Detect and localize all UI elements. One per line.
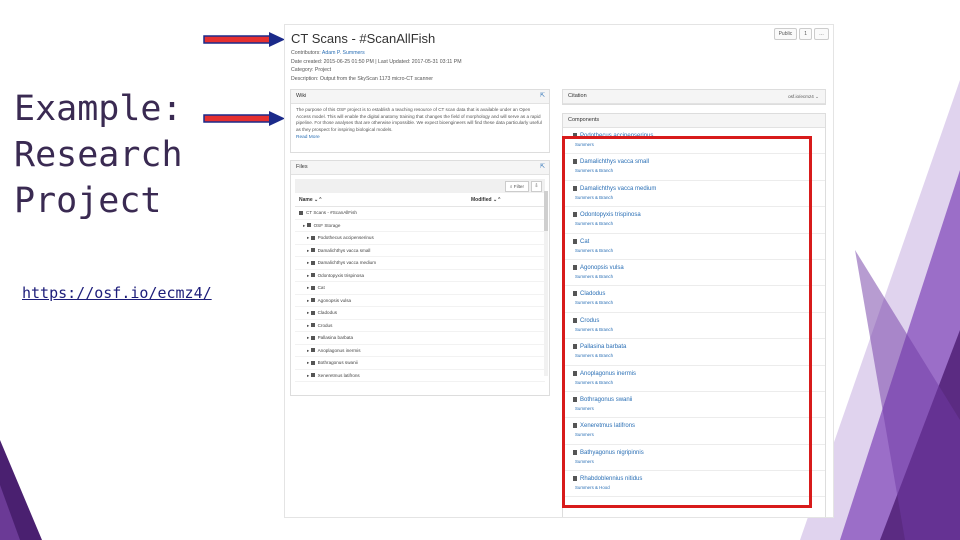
file-tree-row[interactable]: ▸ Odontopyxis trispinosa [295,270,545,282]
file-tree-label: Anoplagonus inermis [317,347,361,353]
file-tree-row[interactable]: ▸ Cat [295,282,545,295]
file-tree-label: Odontopyxis trispinosa [317,272,365,278]
wiki-text: The purpose of this OSF project is to es… [296,107,542,132]
file-tree-label: Bothragonus swanii [317,360,358,365]
arrow-to-wiki-icon [203,111,285,126]
file-tree-label: Cat [317,285,325,290]
file-tree-label: Agonopsis vulsa [317,297,352,303]
external-link-icon[interactable]: ⇱ [540,161,545,174]
project-url-link[interactable]: https://osf.io/ecmz4/ [22,284,212,302]
wiki-panel: Wiki ⇱ The purpose of this OSF project i… [290,89,550,153]
storage-icon [299,210,303,215]
more-button[interactable]: … [814,28,829,40]
file-tree-label: CT Scans - #ScanAllFish [306,210,357,215]
wiki-heading: Wiki [296,93,307,99]
citation-heading: Citation [568,93,587,99]
file-tree-label: Crodus [317,322,333,328]
components-heading: Components [568,117,600,123]
files-scrollbar-thumb[interactable] [544,191,548,231]
description-line: Description: Output from the SkyScan 117… [291,75,433,82]
contributors-line: Contributors: Adam P. Summers [291,49,462,58]
fork-button[interactable]: 1 [799,28,812,40]
files-column-header: Name ⌄⌃ Modified ⌄⌃ [295,196,545,207]
slide-title-line: Example: [14,89,183,129]
slide: Example: Research Project https://osf.io… [0,0,960,540]
file-tree-row[interactable]: ▸ Damalichthys vacca small [295,245,545,257]
files-toolbar: ⌕ Filter ⇩ [295,179,545,193]
folder-icon [310,323,315,328]
project-meta: Contributors: Adam P. Summers Date creat… [291,49,462,83]
file-tree-label: Damalichthys vacca medium [317,260,377,265]
dates-line: Date created: 2015-06-25 01:50 PM | Last… [291,58,462,65]
name-column-header[interactable]: Name ⌄⌃ [299,197,322,203]
citation-selector[interactable]: osf.io/ecmz4 ⌄ [788,90,819,103]
folder-icon [310,373,315,378]
project-title: CT Scans - #ScanAllFish [291,31,436,46]
file-tree-row[interactable]: CT Scans - #ScanAllFish [295,207,545,220]
folder-icon [310,335,315,340]
file-tree-label: OSF Storage [313,222,341,228]
read-more-link[interactable]: Read More [291,135,549,140]
file-tree-row[interactable]: ▸ Bothragonus swanii [295,357,545,370]
contributor-link[interactable]: Adam P. Summers [322,50,365,56]
storage-icon [306,223,311,228]
contributors-label: Contributors: [291,50,321,56]
file-tree-label: Xeneretmus latifrons [317,372,360,378]
file-tree-row[interactable]: ▸ Pallasina barbata [295,332,545,345]
file-tree-row[interactable]: ▸ OSF Storage [295,220,545,232]
slide-title-line: Project [14,181,162,221]
files-heading: Files [296,164,308,170]
slide-title: Example: Research Project [14,86,204,224]
folder-icon [310,298,315,303]
modified-column-header[interactable]: Modified ⌄⌃ [471,197,501,203]
folder-icon [310,273,315,278]
filter-button[interactable]: ⌕ Filter [504,181,529,192]
file-tree-row[interactable]: ▸ Cladodus [295,307,545,320]
file-tree-row[interactable]: ▸ Damalichthys vacca medium [295,257,545,270]
folder-icon [310,310,315,315]
file-tree-row[interactable]: ▸ Crodus [295,320,545,332]
file-tree-row[interactable]: ▸ Agonopsis vulsa [295,295,545,307]
folder-icon [310,360,315,365]
components-header: Components [563,114,825,128]
folder-icon [310,235,315,240]
name-column-label: Name [299,197,313,203]
folder-icon [310,348,315,353]
modified-column-label: Modified [471,197,492,203]
folder-icon [310,260,315,265]
slide-title-line: Research [14,135,183,175]
project-actions: Public 1 … [773,28,829,40]
file-tree-label: Cladodus [317,310,338,315]
visibility-button[interactable]: Public [773,28,798,40]
file-tree-row[interactable]: ▸ Podothecus accipenserinus [295,232,545,245]
arrow-to-title-icon [203,32,285,47]
wiki-header: Wiki ⇱ [291,90,549,104]
file-tree-label: Podothecus accipenserinus [317,235,374,240]
file-tree: CT Scans - #ScanAllFish ▸ OSF Storage ▸ Po… [291,207,549,382]
file-tree-row[interactable]: ▸ Anoplagonus inermis [295,345,545,357]
filter-label: Filter [513,184,524,189]
file-tree-label: Damalichthys vacca small [317,247,371,253]
download-icon[interactable]: ⇩ [531,181,542,192]
citation-header[interactable]: Citation osf.io/ecmz4 ⌄ [563,90,825,104]
file-tree-label: Pallasina barbata [317,335,354,340]
external-link-icon[interactable]: ⇱ [540,90,545,103]
folder-icon [310,285,315,290]
search-icon: ⌕ [509,184,513,189]
citation-selector-value: osf.io/ecmz4 [788,94,814,99]
files-header: Files ⇱ [291,161,549,175]
folder-icon [310,248,315,253]
citation-panel: Citation osf.io/ecmz4 ⌄ [562,89,826,105]
components-highlight-box [562,136,812,508]
files-panel: Files ⇱ ⌕ Filter ⇩ Name ⌄⌃ Modified ⌄⌃ C… [290,160,550,396]
file-tree-row[interactable]: ▸ Xeneretmus latifrons [295,370,545,382]
category-line: Category: Project [291,67,332,74]
chevron-down-icon: ⌄ [815,94,819,99]
